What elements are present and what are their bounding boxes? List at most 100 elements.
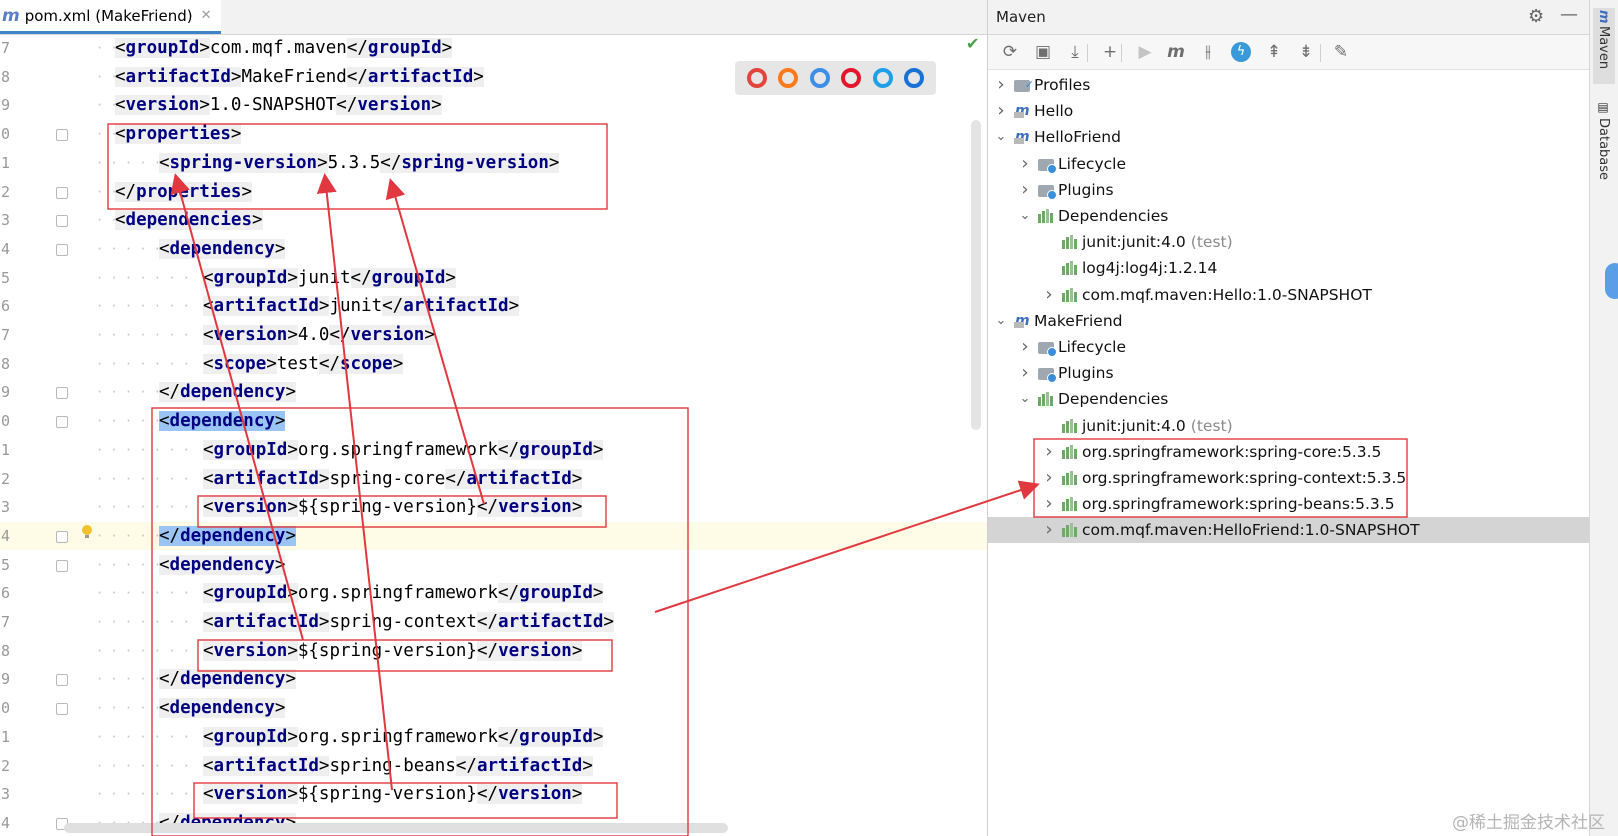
code-line[interactable]: 1 · · · · · <spring-version>5.3.5</spring-… [0,149,987,177]
fold-marker-icon[interactable] [56,387,68,400]
tree-node[interactable]: ⌄ MakeFriend [994,308,1123,334]
chevron-right-icon[interactable]: › [1018,177,1032,203]
chevron-right-icon[interactable]: › [1042,282,1056,308]
line-number[interactable]: 2 [0,178,12,206]
code-line[interactable]: 7 · · · · · · · <artifactId>spring-context… [0,608,987,636]
code-line[interactable]: 7· · ·<groupId>com.mqf.maven</groupId> [0,34,987,62]
line-number[interactable]: 3 [0,206,12,234]
expand-all-icon[interactable]: ⇞ [1264,42,1284,62]
chevron-right-icon[interactable]: › [1042,465,1056,491]
line-number[interactable]: 8 [0,637,12,665]
wrench-icon[interactable]: ✎ [1331,42,1351,62]
line-number[interactable]: 0 [0,120,12,148]
tree-node[interactable]: › org.springframework:spring-beans:5.3.5 [1042,491,1394,517]
maven-goal-icon[interactable]: m [1166,42,1186,62]
line-number[interactable]: 2 [0,752,12,780]
line-number[interactable]: 7 [0,321,12,349]
line-number[interactable]: 1 [0,723,12,751]
fold-marker-icon[interactable] [56,703,68,716]
code-line[interactable]: 3 · · · · · · · <version>${spring-version}… [0,780,987,808]
chevron-down-icon[interactable]: ⌄ [1018,203,1032,229]
horizontal-scrollbar[interactable] [64,823,728,833]
line-number[interactable]: 6 [0,292,12,320]
line-number[interactable]: 4 [0,522,12,550]
chevron-right-icon[interactable]: › [1018,151,1032,177]
line-number[interactable]: 1 [0,436,12,464]
line-number[interactable]: 0 [0,694,12,722]
line-number[interactable]: 9 [0,91,12,119]
chevron-right-icon[interactable]: › [994,72,1008,98]
line-number[interactable]: 8 [0,350,12,378]
edge-icon[interactable] [904,68,925,88]
line-number[interactable]: 2 [0,465,12,493]
tree-node[interactable]: › Profiles [994,72,1090,98]
fold-marker-icon[interactable] [56,243,68,256]
fold-marker-icon[interactable] [56,559,68,572]
firefox-icon[interactable] [778,68,799,88]
editor-tab-pom[interactable]: m pom.xml (MakeFriend) ✕ [0,0,222,34]
code-line[interactable]: 4 · · · · ·</dependency> [0,521,987,550]
line-number[interactable]: 1 [0,149,12,177]
fold-marker-icon[interactable] [56,416,68,429]
notification-bubble[interactable] [1605,263,1618,299]
chevron-right-icon[interactable]: › [1042,517,1056,543]
line-number[interactable]: 5 [0,264,12,292]
minimize-icon[interactable]: — [1560,4,1578,25]
chrome-icon[interactable] [746,68,767,88]
skip-tests-icon[interactable]: ⫲ [1198,42,1218,62]
code-line[interactable]: 0 · · · · · <dependency> [0,694,987,722]
code-line[interactable]: 4 · · · · · <dependency> [0,235,987,263]
line-number[interactable]: 7 [0,34,12,62]
code-line[interactable]: 0· · ·<properties> [0,120,987,148]
tree-node[interactable]: ⌄ HelloFriend [994,124,1121,150]
vertical-scrollbar[interactable] [971,120,981,430]
fold-marker-icon[interactable] [56,674,68,687]
fold-marker-icon[interactable] [56,530,68,543]
chevron-down-icon[interactable]: ⌄ [994,124,1008,150]
tree-node[interactable]: › Plugins [1018,177,1114,203]
inspection-ok-icon[interactable]: ✔ [966,34,979,53]
code-line[interactable]: 2 · · · · · · · <artifactId>spring-beans</… [0,752,987,780]
fold-marker-icon[interactable] [56,186,68,199]
tree-node[interactable]: › org.springframework:spring-core:5.3.5 [1042,439,1381,465]
plus-icon[interactable]: + [1100,42,1120,62]
download-icon[interactable]: ⤓ [1065,42,1085,62]
tree-node[interactable]: ›junit:junit:4.0(test) [1042,229,1233,255]
folder-add-icon[interactable]: ▣ [1033,42,1053,62]
code-line[interactable]: 6 · · · · · · · <groupId>org.springframewo… [0,579,987,607]
line-number[interactable]: 6 [0,579,12,607]
chevron-right-icon[interactable]: › [1042,439,1056,465]
chevron-right-icon[interactable]: › [1018,360,1032,386]
chevron-right-icon[interactable]: › [994,98,1008,124]
chevron-down-icon[interactable]: ⌄ [994,308,1008,334]
code-area[interactable]: 7· · ·<groupId>com.mqf.maven</groupId>8·… [0,34,987,836]
tree-node[interactable]: › org.springframework:spring-context:5.3.… [1042,465,1406,491]
reload-icon[interactable]: ⟳ [1000,42,1020,62]
code-line[interactable]: 7 · · · · · · · <version>4.0</version> [0,321,987,349]
line-number[interactable]: 9 [0,665,12,693]
tree-node[interactable]: › com.mqf.maven:Hello:1.0-SNAPSHOT [1042,282,1372,308]
line-number[interactable]: 9 [0,378,12,406]
code-line[interactable]: 3· · ·<dependencies> [0,206,987,234]
code-line[interactable]: 9 · · · · · </dependency> [0,378,987,406]
line-number[interactable]: 4 [0,809,12,836]
code-line[interactable]: 0 · · · · · <dependency> [0,407,987,435]
line-number[interactable]: 8 [0,63,12,91]
code-line[interactable]: 9· · ·<version>1.0-SNAPSHOT</version> [0,91,987,119]
safari-icon[interactable] [809,68,830,88]
line-number[interactable]: 7 [0,608,12,636]
tree-node[interactable]: › Lifecycle [1018,334,1126,360]
chevron-right-icon[interactable]: › [1018,334,1032,360]
collapse-all-icon[interactable]: ⇟ [1296,42,1316,62]
maven-tool-button[interactable]: m Maven [1593,8,1615,84]
code-editor[interactable]: m pom.xml (MakeFriend) ✕ 7· · ·<groupId>… [0,0,988,836]
code-line[interactable]: 1 · · · · · · · <groupId>org.springframewo… [0,436,987,464]
tree-node[interactable]: ⌄ Dependencies [1018,386,1169,412]
database-tool-button[interactable]: ▤ Database [1593,100,1615,180]
line-number[interactable]: 5 [0,551,12,579]
line-number[interactable]: 3 [0,493,12,521]
fold-marker-icon[interactable] [56,129,68,142]
close-tab-icon[interactable]: ✕ [201,8,212,23]
tree-node[interactable]: › Hello [994,98,1073,124]
opera-icon[interactable] [841,68,862,88]
